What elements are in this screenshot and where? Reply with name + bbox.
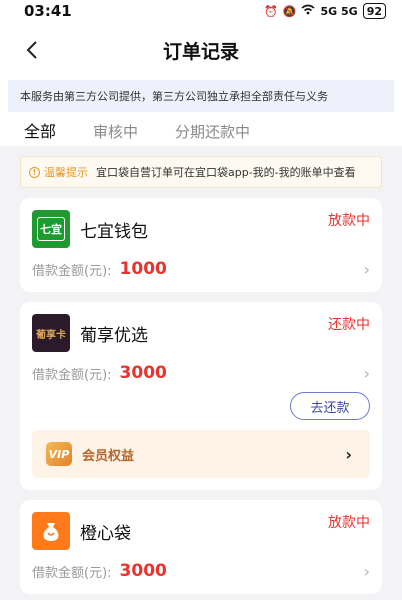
tip-bar: ! 温馨提示 宜口袋自营订单可在宜口袋app-我的-我的账单中查看 — [20, 156, 382, 188]
disclaimer-notice: 本服务由第三方公司提供，第三方公司独立承担全部责任与义务 — [8, 80, 394, 112]
amount-row: 借款金额(元): 3000 › — [32, 560, 370, 582]
status-badge: 放款中 — [328, 515, 370, 531]
product-logo: 葡享卡 — [32, 314, 70, 352]
tip-text: 宜口袋自营订单可在宜口袋app-我的-我的账单中查看 — [96, 166, 356, 179]
amount-label: 借款金额(元): — [32, 263, 112, 279]
tab-bar: 全部 审核中 分期还款中 — [0, 114, 402, 150]
battery-icon: 92 — [362, 3, 386, 19]
status-icons: ⏰ 🔕 5G 5G 92 — [264, 3, 386, 19]
order-list: ! 温馨提示 宜口袋自营订单可在宜口袋app-我的-我的账单中查看 七宜 七宜钱… — [0, 146, 402, 600]
mute-icon: 🔕 — [282, 4, 297, 18]
wifi-icon — [301, 4, 315, 18]
disclaimer-text: 本服务由第三方公司提供，第三方公司独立承担全部责任与义务 — [20, 90, 328, 103]
amount-value: 3000 — [119, 363, 167, 383]
chevron-right-icon: › — [345, 444, 352, 464]
amount-value: 1000 — [119, 259, 167, 279]
vip-icon: VIP — [46, 442, 72, 466]
order-card[interactable]: 七宜 七宜钱包 放款中 借款金额(元): 1000 › — [20, 198, 382, 292]
product-logo — [32, 512, 70, 550]
order-card[interactable]: 橙心袋 放款中 借款金额(元): 3000 › — [20, 500, 382, 594]
chevron-right-icon: › — [363, 561, 370, 581]
back-button[interactable] — [18, 36, 46, 64]
vip-benefits[interactable]: VIP 会员权益 › — [32, 430, 370, 478]
card-header: 七宜 七宜钱包 — [32, 210, 370, 248]
chevron-right-icon: › — [363, 363, 370, 383]
status-badge: 放款中 — [328, 213, 370, 229]
order-card[interactable]: 葡享卡 葡享优选 还款中 借款金额(元): 3000 › 去还款 VIP 会员权… — [20, 302, 382, 490]
repay-row: 去还款 — [32, 392, 370, 420]
amount-row: 借款金额(元): 3000 › — [32, 362, 370, 384]
repay-button[interactable]: 去还款 — [290, 392, 370, 420]
card-header: 葡享卡 葡享优选 — [32, 314, 370, 352]
vip-label: 会员权益 — [82, 448, 135, 464]
signal-icon: 5G 5G — [320, 4, 358, 18]
card-header: 橙心袋 — [32, 512, 370, 550]
info-icon: ! — [29, 166, 40, 178]
amount-value: 3000 — [119, 561, 167, 581]
status-badge: 还款中 — [328, 317, 370, 333]
product-name: 七宜钱包 — [80, 221, 148, 242]
status-bar: 03:41 ⏰ 🔕 5G 5G 92 — [0, 0, 402, 22]
product-name: 橙心袋 — [80, 523, 131, 544]
product-logo: 七宜 — [32, 210, 70, 248]
product-name: 葡享优选 — [80, 325, 148, 346]
amount-label: 借款金额(元): — [32, 565, 112, 581]
chevron-left-icon — [26, 41, 37, 59]
alarm-icon: ⏰ — [264, 4, 278, 18]
amount-label: 借款金额(元): — [32, 367, 112, 383]
page-title: 订单记录 — [162, 40, 239, 63]
status-time: 03:41 — [24, 2, 72, 20]
nav-bar: 订单记录 — [0, 22, 402, 78]
moneybag-icon — [43, 523, 59, 541]
amount-row: 借款金额(元): 1000 › — [32, 258, 370, 280]
chevron-right-icon: › — [363, 259, 370, 279]
tip-label: 温馨提示 — [44, 166, 88, 179]
